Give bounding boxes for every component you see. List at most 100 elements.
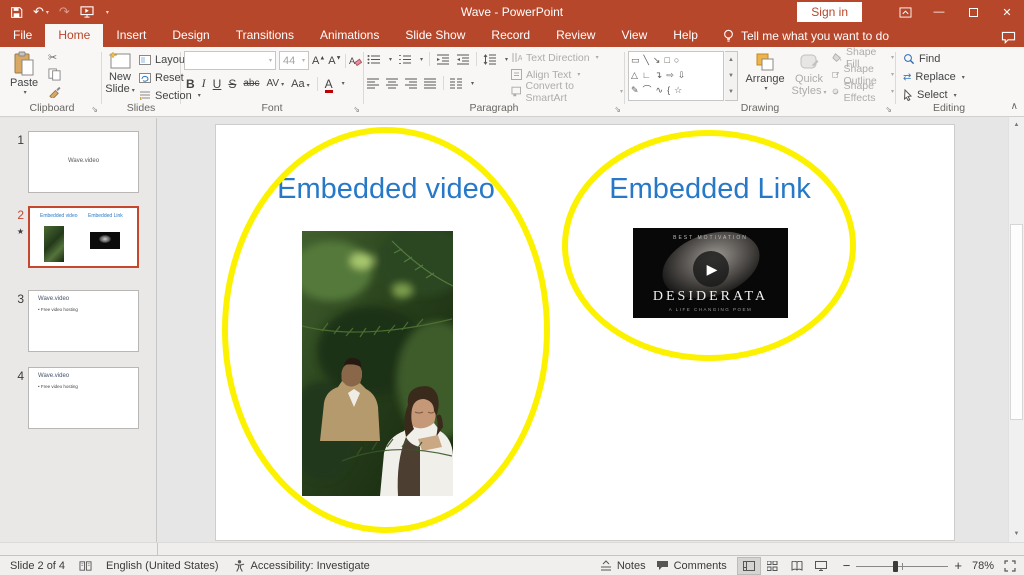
find-button[interactable]: Find — [903, 51, 965, 67]
italic-button[interactable]: I — [202, 76, 206, 91]
comment-bubble-icon — [1001, 31, 1016, 44]
shrink-font-button[interactable]: A▼ — [328, 55, 341, 67]
zoom-level[interactable]: 78% — [972, 560, 994, 572]
zoom-slider[interactable] — [856, 560, 948, 572]
tab-design[interactable]: Design — [159, 24, 222, 47]
cut-button[interactable]: ✂ — [48, 51, 61, 64]
accessibility-label: Accessibility: Investigate — [251, 560, 370, 572]
bullets-button[interactable] — [367, 54, 381, 65]
annotation-circle-left — [222, 127, 550, 533]
zoom-out-button[interactable]: − — [843, 558, 851, 573]
clear-formatting-button[interactable]: A — [349, 55, 362, 67]
change-case-button[interactable]: Aa▾ — [291, 78, 309, 90]
customize-qat-button[interactable]: ▾ — [104, 9, 109, 16]
paste-label: Paste — [10, 77, 38, 89]
replace-button[interactable]: ⇄ Replace▾ — [903, 69, 965, 85]
scrollbar-thumb[interactable] — [1010, 224, 1023, 420]
language-indicator[interactable]: English (United States) — [106, 560, 219, 572]
quick-styles-button[interactable]: Quick Styles▾ — [788, 49, 830, 101]
close-button[interactable]: ✕ — [990, 0, 1024, 24]
drawing-dialog-launcher[interactable]: ⇘ — [885, 105, 892, 114]
undo-button[interactable]: ↶▾ — [33, 4, 49, 20]
sign-in-button[interactable]: Sign in — [797, 2, 862, 22]
tab-slide-show[interactable]: Slide Show — [392, 24, 478, 47]
arrange-button[interactable]: Arrange ▾ — [742, 49, 788, 94]
ribbon-display-options-button[interactable] — [888, 0, 922, 24]
text-direction-button[interactable]: A Text Direction▾ — [511, 50, 623, 65]
font-size-combo[interactable]: 44▾ — [279, 51, 309, 70]
slide-canvas[interactable]: Embedded video Embedded Link — [215, 124, 955, 541]
vertical-scrollbar[interactable]: ▲ ▼ — [1008, 117, 1024, 542]
slide-3-thumbnail[interactable]: Wave.video • Free video hosting — [28, 290, 139, 352]
tab-help[interactable]: Help — [660, 24, 711, 47]
tab-review[interactable]: Review — [543, 24, 608, 47]
status-bar: Slide 2 of 4 English (United States) Acc… — [0, 555, 1024, 575]
normal-view-button[interactable] — [737, 557, 761, 575]
line-spacing-button[interactable] — [483, 54, 497, 65]
fit-slide-button[interactable] — [1004, 560, 1016, 572]
layout-icon — [139, 55, 151, 65]
strikethrough-abc-button[interactable]: abc — [243, 78, 259, 89]
reading-view-button[interactable] — [785, 557, 809, 575]
collapse-ribbon-button[interactable]: ∧ — [1011, 101, 1018, 112]
grow-font-button[interactable]: A▲ — [312, 55, 325, 67]
slide-1-thumbnail[interactable]: Wave.video — [28, 131, 139, 193]
increase-indent-button[interactable] — [456, 54, 470, 65]
accessibility-checker[interactable]: Accessibility: Investigate — [233, 559, 370, 572]
shape-effects-button[interactable]: Shape Effects▾ — [832, 84, 894, 99]
new-slide-button[interactable]: New Slide▾ — [103, 49, 137, 99]
slide-sorter-view-button[interactable] — [761, 557, 785, 575]
justify-button[interactable] — [424, 78, 437, 89]
convert-to-smartart-button[interactable]: Convert to SmartArt▾ — [511, 84, 623, 99]
numbering-button[interactable] — [398, 54, 412, 65]
align-center-button[interactable] — [386, 78, 399, 89]
tab-insert[interactable]: Insert — [103, 24, 159, 47]
font-name-combo[interactable]: ▾ — [184, 51, 276, 70]
tab-home[interactable]: Home — [45, 24, 103, 47]
bold-button[interactable]: B — [186, 77, 195, 91]
tab-record[interactable]: Record — [478, 24, 543, 47]
tab-transitions[interactable]: Transitions — [223, 24, 307, 47]
clipboard-dialog-launcher[interactable]: ⇘ — [91, 105, 98, 114]
notes-button[interactable]: Notes — [600, 560, 646, 572]
font-dialog-launcher[interactable]: ⇘ — [353, 105, 360, 114]
zoom-slider-thumb[interactable] — [893, 561, 898, 572]
start-from-beginning-button[interactable] — [80, 6, 94, 18]
paste-button[interactable]: Paste ▾ — [6, 49, 42, 98]
shape-effects-caret-icon: ▾ — [891, 88, 894, 95]
scroll-up-button[interactable]: ▲ — [1009, 117, 1024, 133]
save-button[interactable] — [10, 6, 23, 19]
shapes-gallery[interactable]: ▭╲↘□○ △∟↴⇨⇩ ✎⌒∿{☆ — [628, 51, 724, 101]
strikethrough-button[interactable]: S — [228, 77, 236, 91]
character-spacing-button[interactable]: AV▾ — [266, 78, 284, 89]
slide-show-view-button[interactable] — [809, 557, 833, 575]
format-painter-button[interactable] — [48, 85, 61, 98]
comments-button[interactable]: Comments — [656, 560, 727, 572]
slide-4-thumbnail[interactable]: Wave.video • Free video hosting — [28, 367, 139, 429]
font-color-button[interactable]: A — [325, 77, 333, 91]
tab-file[interactable]: File — [0, 24, 45, 47]
tell-me-box[interactable]: Tell me what you want to do — [711, 24, 901, 47]
restore-button[interactable] — [956, 0, 990, 24]
scroll-down-button[interactable]: ▼ — [1009, 526, 1024, 542]
zoom-in-button[interactable]: + — [954, 558, 962, 573]
decrease-indent-button[interactable] — [436, 54, 450, 65]
tab-animations[interactable]: Animations — [307, 24, 392, 47]
columns-button[interactable] — [450, 78, 463, 89]
align-left-button[interactable] — [367, 78, 380, 89]
redo-button[interactable]: ↷ — [59, 4, 70, 20]
align-right-button[interactable] — [405, 78, 418, 89]
shapes-gallery-scroll[interactable]: ▲ ▼ ▼ — [725, 51, 738, 101]
slide-sorter-icon — [767, 561, 778, 571]
arrange-icon — [754, 51, 776, 73]
copy-button[interactable] — [48, 68, 61, 81]
select-button[interactable]: Select▾ — [903, 87, 965, 103]
minimize-button[interactable]: — — [922, 0, 956, 24]
underline-button[interactable]: U — [213, 77, 222, 91]
replace-caret-icon: ▾ — [962, 74, 965, 81]
tab-view[interactable]: View — [608, 24, 660, 47]
slide-2-thumbnail[interactable]: Embedded video Embedded Link — [28, 206, 139, 268]
comments-toggle-button[interactable] — [1001, 31, 1016, 44]
paragraph-dialog-launcher[interactable]: ⇘ — [614, 105, 621, 114]
spell-check-button[interactable] — [79, 560, 92, 572]
